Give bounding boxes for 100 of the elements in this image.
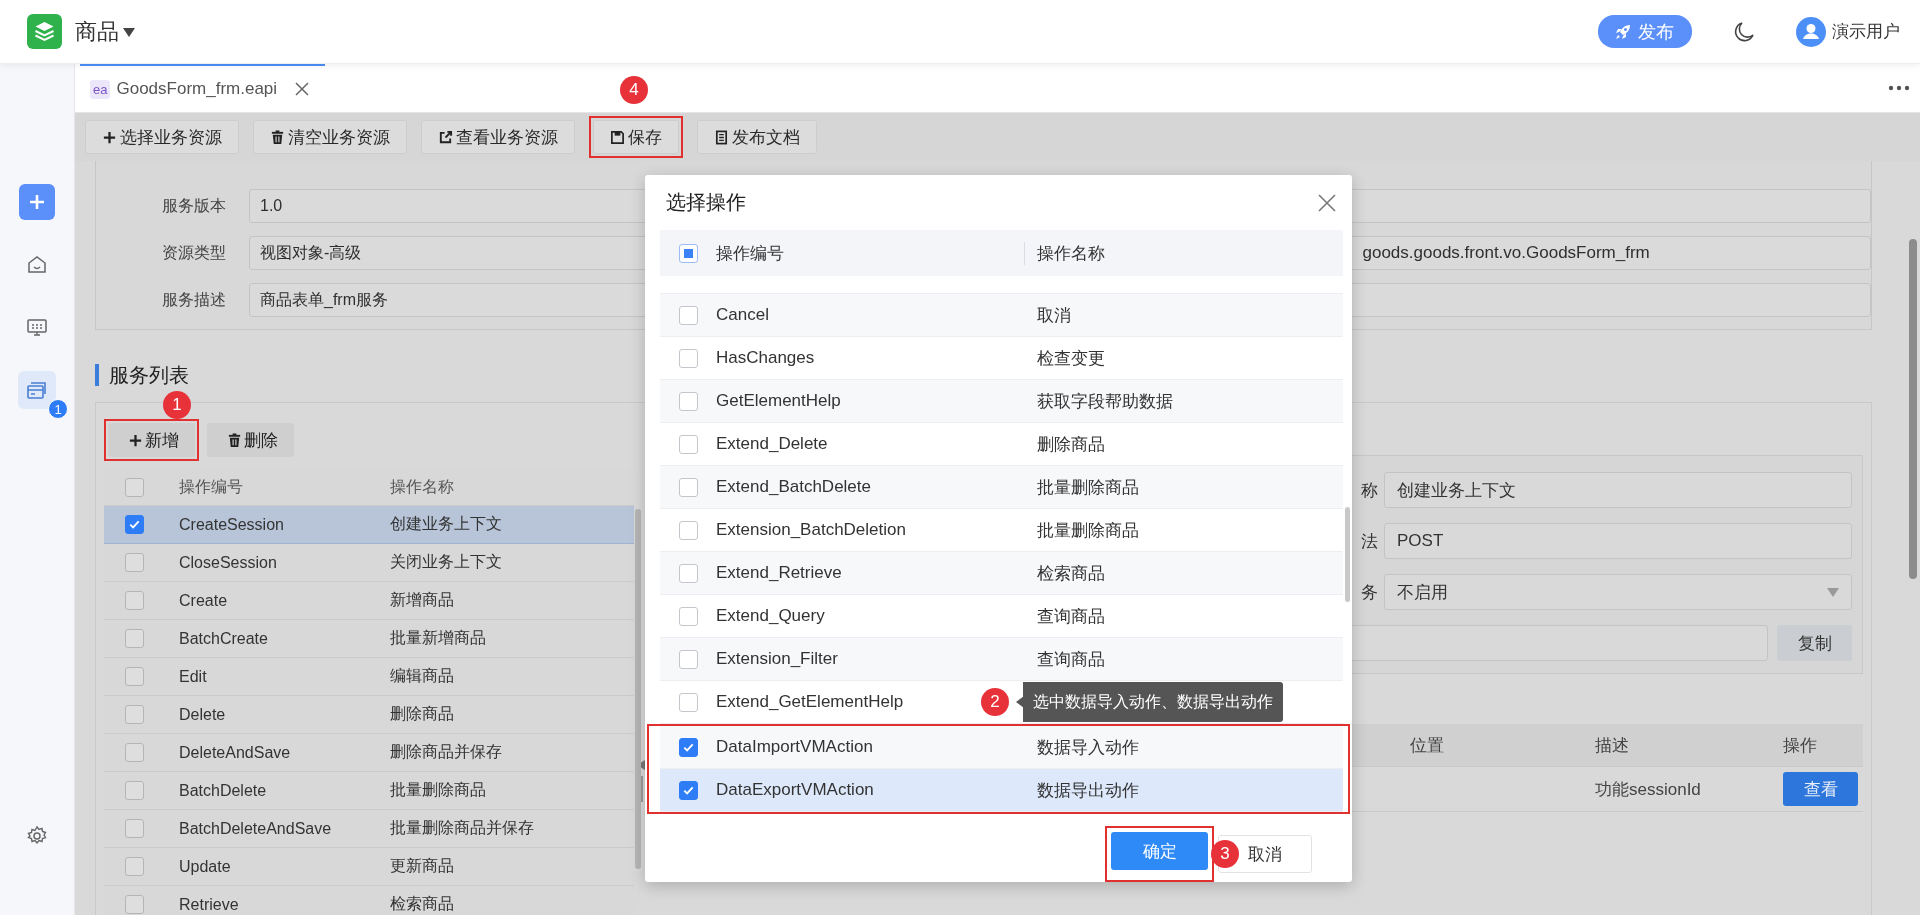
column-header: 操作编号 [716, 242, 785, 265]
checkbox[interactable] [678, 606, 698, 626]
caret-icon [123, 26, 135, 37]
checkmark-icon [127, 518, 141, 531]
checkbox[interactable] [124, 629, 144, 648]
table-cell-text: 检索商品 [1037, 562, 1105, 585]
table-cell-text: BatchDeleteAndSave [178, 819, 333, 838]
checkbox[interactable] [124, 895, 144, 914]
scrollbar[interactable] [1345, 507, 1350, 602]
table-row[interactable]: Extension_Filter 查询商品 [660, 638, 1343, 681]
table-cell-text: 获取字段帮助数据 [1037, 390, 1173, 413]
external-link-icon [438, 129, 453, 145]
table-cell-text: Delete [178, 705, 227, 724]
toolbar-button[interactable]: 发布文档 [697, 120, 817, 154]
checkbox[interactable] [678, 563, 698, 583]
table-cell: Extension_Filter [716, 649, 838, 669]
table-cell: Extend_GetElementHelp [716, 692, 904, 712]
step-badge: 3 [1211, 840, 1239, 868]
monitor-icon [26, 316, 48, 338]
checkbox[interactable] [678, 649, 698, 669]
table-cell: DataExportVMAction [716, 780, 874, 800]
count-badge: 1 [48, 399, 68, 419]
app-title[interactable]: 商品 [75, 16, 119, 47]
checkbox[interactable] [678, 520, 698, 540]
avatar-icon [1796, 16, 1826, 47]
checkbox[interactable] [124, 743, 144, 762]
dialog-title: 选择操作 [666, 190, 747, 215]
table-cell: Extend_BatchDelete [716, 477, 871, 497]
checkbox[interactable] [678, 434, 698, 454]
add-button[interactable]: 新增 [108, 423, 195, 457]
field-label: 称 [1361, 479, 1378, 502]
table-cell-text: 批量删除商品 [1037, 476, 1139, 499]
checkbox[interactable] [124, 591, 144, 610]
table-cell-text: 数据导入动作 [1037, 736, 1139, 759]
text-field[interactable]: 创建业务上下文 [1384, 472, 1852, 508]
file-type-icon: ea [90, 79, 111, 99]
view-button[interactable]: 查看 [1783, 772, 1858, 806]
checkbox[interactable] [678, 305, 698, 325]
field-label: 服务描述 [161, 289, 227, 310]
toolbar-button[interactable]: 选择业务资源 [85, 120, 239, 154]
table-row[interactable]: Extend_Retrieve 检索商品 [660, 552, 1343, 595]
checkbox[interactable] [678, 477, 698, 497]
checkbox[interactable] [124, 781, 144, 800]
cards-button[interactable] [18, 371, 56, 409]
table-cell-text: 删除商品 [390, 704, 455, 724]
scrollbar[interactable] [1909, 239, 1917, 579]
plus-icon [128, 432, 143, 448]
table-cell: GetElementHelp [716, 391, 841, 411]
table-cell-text: 查询商品 [1037, 648, 1105, 671]
column-header: 描述 [1594, 734, 1630, 757]
toolbar-button[interactable]: 保存 [593, 120, 679, 154]
field-label: 法 [1361, 530, 1378, 553]
checkbox[interactable] [124, 705, 144, 724]
checkbox[interactable] [678, 780, 698, 800]
toolbar-button[interactable]: 清空业务资源 [253, 120, 407, 154]
close-button[interactable] [1318, 193, 1336, 212]
column-header: 操作 [1782, 734, 1818, 757]
text-field[interactable]: POST [1384, 523, 1852, 559]
toolbar-button[interactable]: 查看业务资源 [421, 120, 575, 154]
add-button[interactable] [19, 184, 55, 220]
home-icon [26, 253, 48, 275]
checkbox[interactable] [678, 692, 698, 712]
checkbox[interactable] [124, 477, 144, 497]
table-cell-text: CreateSession [178, 515, 285, 534]
table-cell-text: 创建业务上下文 [390, 514, 503, 534]
table-cell: Extend_Query [716, 606, 825, 626]
table-row[interactable]: DataExportVMAction 数据导出动作 [660, 769, 1343, 812]
checkbox[interactable] [124, 667, 144, 686]
table-row[interactable]: GetElementHelp 获取字段帮助数据 [660, 380, 1343, 423]
copy-button[interactable]: 复制 [1777, 625, 1852, 661]
table-cell-text: BatchCreate [178, 629, 269, 648]
checkbox[interactable] [124, 515, 144, 534]
column-header: 操作名称 [1024, 241, 1343, 265]
checkbox[interactable] [124, 553, 144, 572]
table-row[interactable]: DataImportVMAction 数据导入动作 [660, 726, 1343, 769]
table-cell-text: 编辑商品 [390, 666, 455, 686]
field-label: 务 [1361, 581, 1378, 604]
table-row[interactable]: Extend_BatchDelete 批量删除商品 [660, 466, 1343, 509]
checkbox[interactable] [678, 737, 698, 757]
table-cell-text: 功能sessionId [1594, 778, 1702, 801]
user-name[interactable]: 演示用户 [1832, 20, 1900, 43]
table-cell: DataImportVMAction [716, 737, 873, 757]
table-row[interactable]: Extend_GetElementHelp 2 选中数据导入动作、数据导出动作 [660, 681, 1343, 724]
pointer-icon [1016, 696, 1024, 708]
scrollbar[interactable] [635, 509, 641, 869]
table-row[interactable]: Cancel 取消 [660, 294, 1343, 337]
trash-icon [227, 432, 242, 448]
checkbox[interactable] [678, 243, 698, 263]
column-header: 操作编号 [178, 476, 244, 497]
dropdown[interactable]: 不启用 [1384, 574, 1852, 610]
checkbox[interactable] [678, 391, 698, 411]
close-icon [295, 82, 310, 96]
delete-button[interactable]: 删除 [207, 423, 294, 457]
checkbox[interactable] [678, 348, 698, 368]
moon-icon [1732, 19, 1756, 44]
checkbox[interactable] [124, 857, 144, 876]
checkbox[interactable] [124, 819, 144, 838]
resize-handle[interactable] [639, 776, 643, 802]
trash-icon [270, 129, 285, 145]
table-row[interactable]: CreateSession 创建业务上下文 [104, 506, 634, 544]
